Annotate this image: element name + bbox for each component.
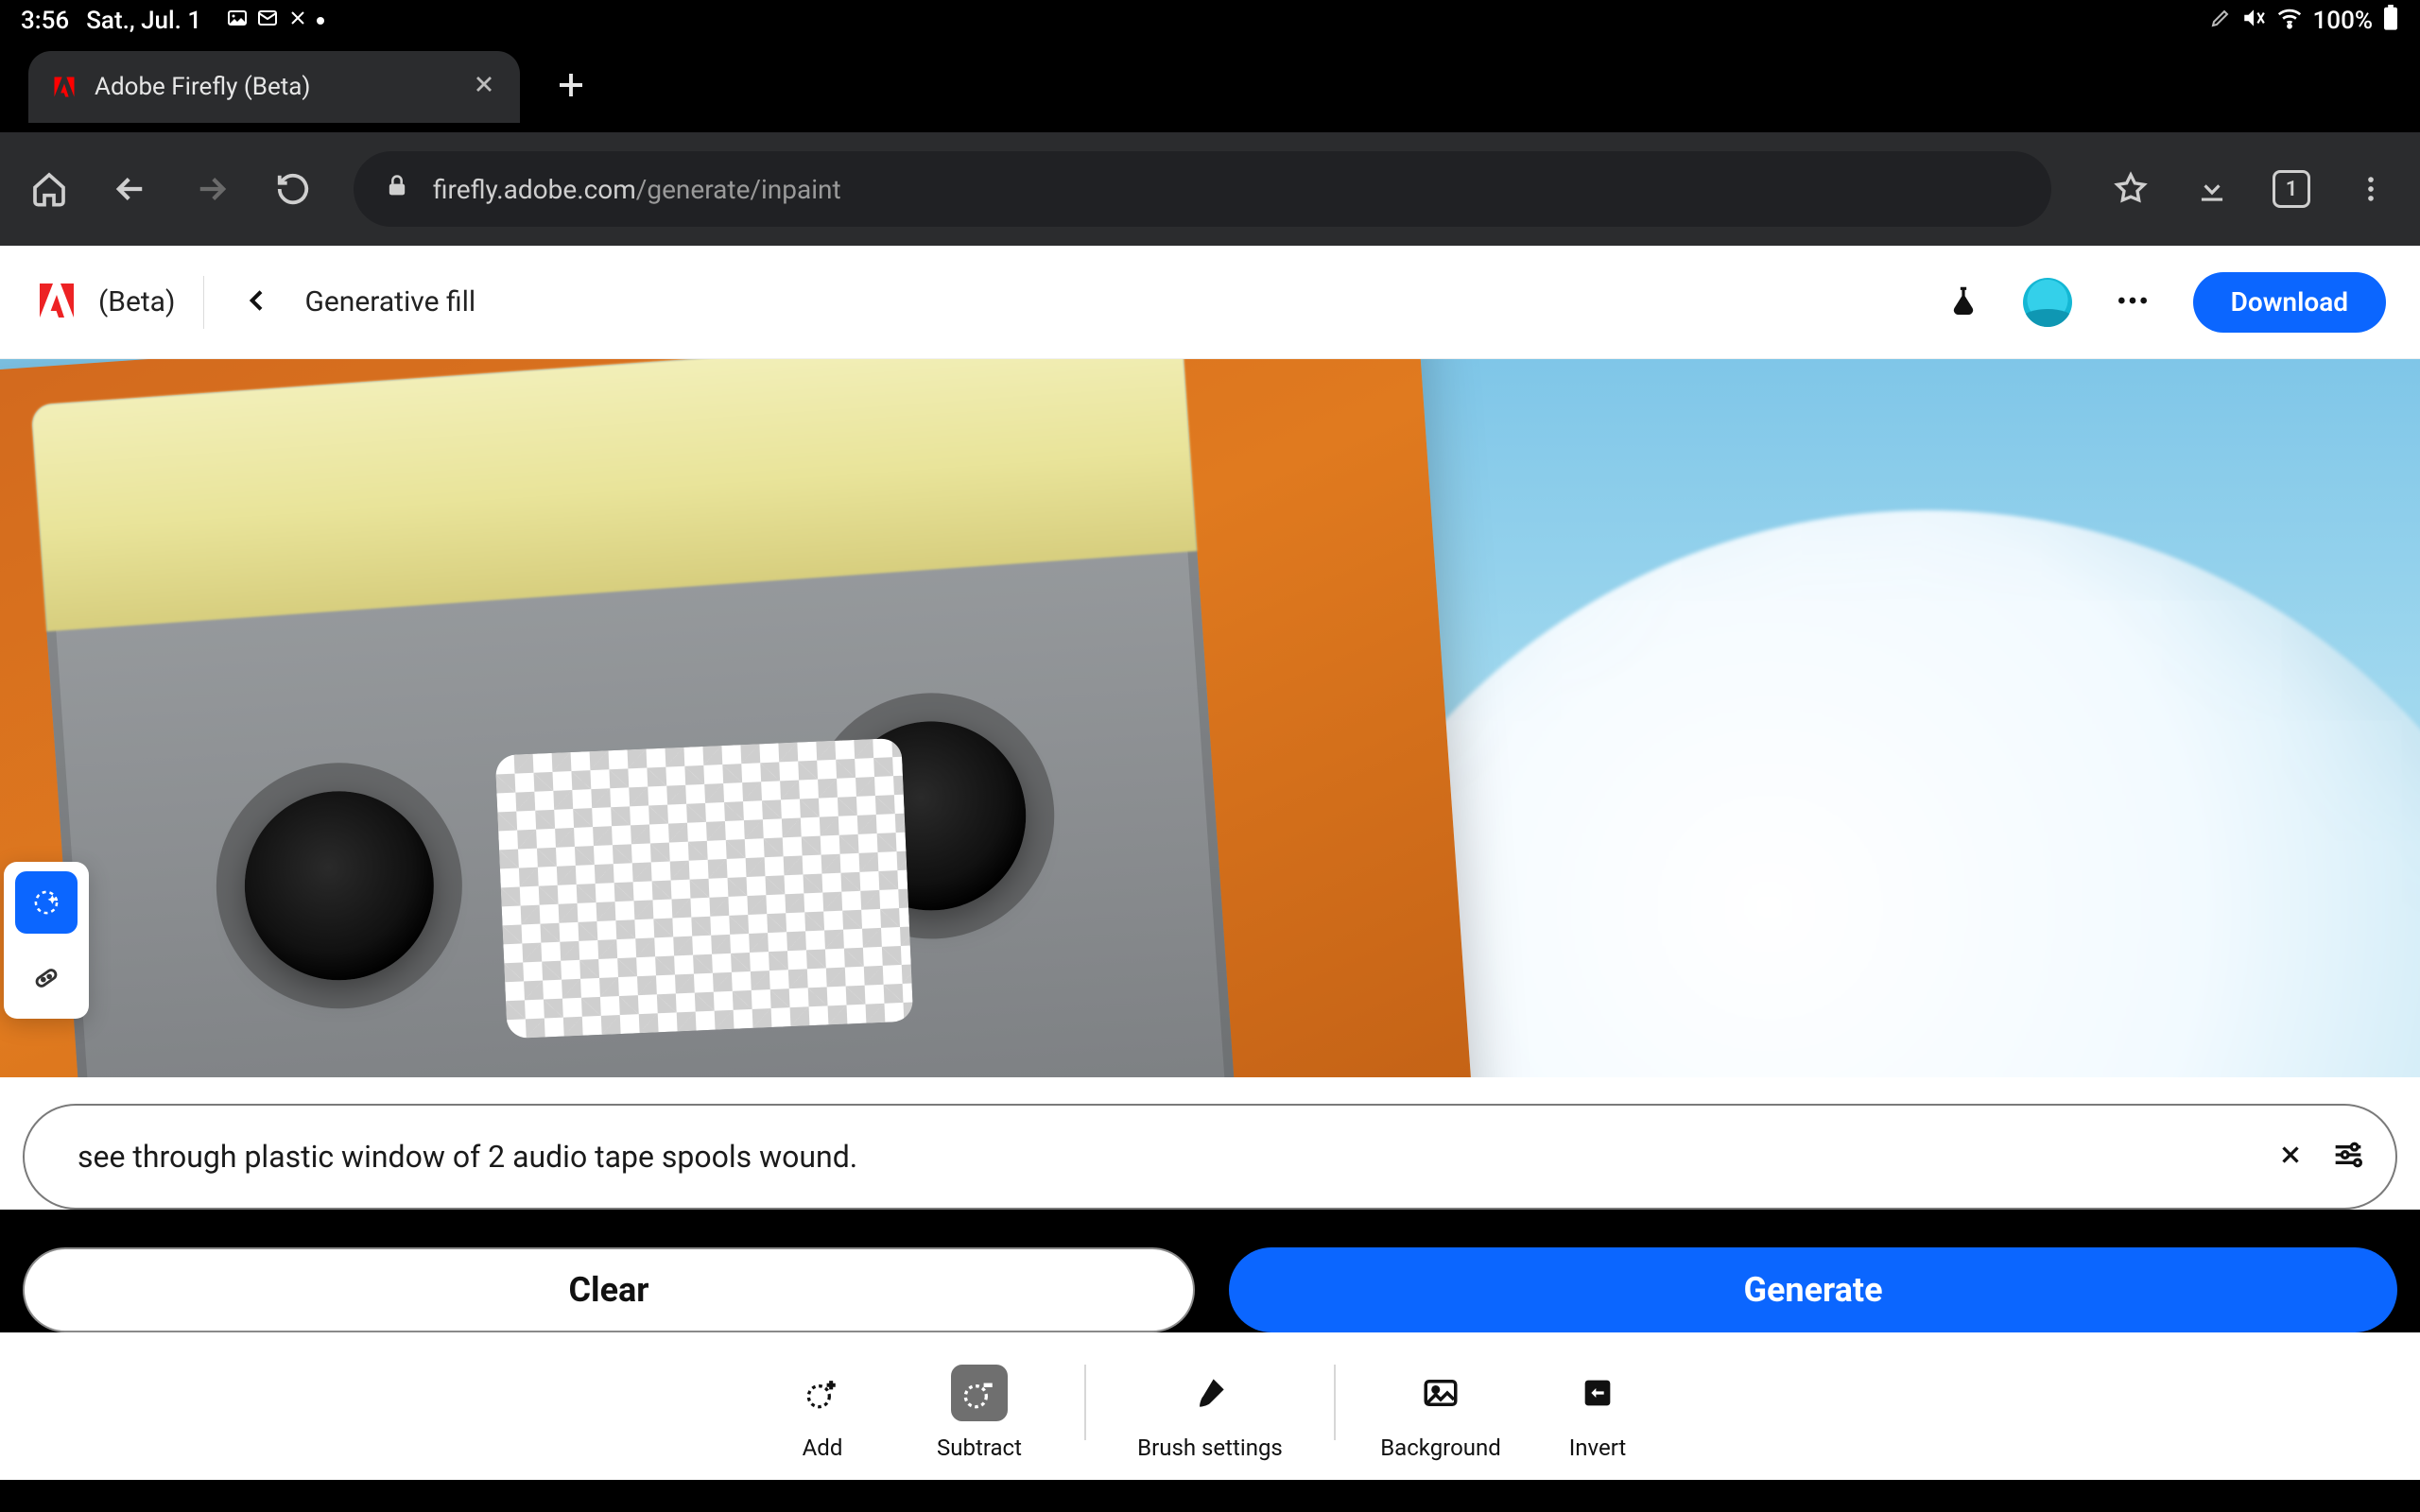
- canvas-area[interactable]: [0, 359, 2420, 1077]
- browser-toolbar: firefly.adobe.com/generate/inpaint 1: [0, 132, 2420, 246]
- clear-input-icon[interactable]: [2276, 1141, 2305, 1173]
- clear-button[interactable]: Clear: [23, 1247, 1195, 1332]
- download-button[interactable]: Download: [2193, 272, 2386, 333]
- flask-icon[interactable]: [1945, 283, 1981, 322]
- status-time: 3:56: [21, 7, 69, 35]
- battery-icon: [2382, 5, 2399, 38]
- chevron-left-icon[interactable]: [233, 276, 282, 329]
- forward-icon[interactable]: [191, 168, 233, 210]
- generate-button[interactable]: Generate: [1229, 1247, 2397, 1332]
- prompt-input[interactable]: [78, 1139, 2252, 1175]
- wifi-icon: [2275, 4, 2304, 39]
- erased-region: [495, 738, 914, 1039]
- home-icon[interactable]: [28, 168, 70, 210]
- android-status-bar: 3:56 Sat., Jul. 1 100%: [0, 0, 2420, 42]
- tab-count[interactable]: 1: [2273, 170, 2310, 208]
- invert-button[interactable]: Invert: [1536, 1365, 1659, 1461]
- picture-icon: [226, 7, 249, 36]
- new-tab-button[interactable]: [554, 68, 588, 106]
- beta-label: (Beta): [93, 285, 175, 318]
- more-icon[interactable]: [2114, 282, 2152, 323]
- app-header: (Beta) Generative fill Download: [0, 246, 2420, 359]
- adobe-logo-icon[interactable]: [34, 278, 79, 327]
- battery-text: 100%: [2313, 7, 2373, 35]
- url-bar[interactable]: firefly.adobe.com/generate/inpaint: [354, 151, 2051, 227]
- add-brush-button[interactable]: Add: [761, 1365, 884, 1461]
- brush-label: Brush settings: [1137, 1435, 1283, 1461]
- back-icon[interactable]: [110, 168, 151, 210]
- bottom-toolbar: Add Subtract Brush settings Background I…: [0, 1332, 2420, 1480]
- tools-icon: [286, 7, 309, 36]
- sliders-icon[interactable]: [2329, 1136, 2367, 1177]
- invert-label: Invert: [1569, 1435, 1627, 1461]
- page-title: Generative fill: [304, 285, 475, 318]
- url-path: /generate/inpaint: [636, 174, 841, 205]
- status-date: Sat., Jul. 1: [86, 7, 201, 35]
- subtract-brush-button[interactable]: Subtract: [918, 1365, 1041, 1461]
- kebab-menu-icon[interactable]: [2350, 168, 2392, 210]
- tab-title: Adobe Firefly (Beta): [95, 73, 454, 101]
- brush-settings-button[interactable]: Brush settings: [1130, 1365, 1290, 1461]
- avatar[interactable]: [2023, 278, 2072, 327]
- prompt-row: [23, 1104, 2397, 1210]
- add-label: Add: [803, 1435, 843, 1461]
- separator: [1084, 1365, 1086, 1440]
- url-host: firefly.adobe.com: [433, 174, 636, 205]
- adobe-favicon-icon: [51, 74, 78, 100]
- reload-icon[interactable]: [272, 168, 314, 210]
- lock-icon: [384, 173, 410, 206]
- heal-tool[interactable]: [15, 947, 78, 1009]
- download-icon[interactable]: [2191, 168, 2233, 210]
- prompt-section: [0, 1077, 2420, 1210]
- close-icon[interactable]: [471, 71, 497, 104]
- status-dot-icon: [317, 17, 324, 25]
- mute-icon: [2241, 6, 2266, 37]
- pencil-icon: [2209, 7, 2232, 36]
- tool-dock: [4, 862, 89, 1019]
- subtract-label: Subtract: [937, 1435, 1022, 1461]
- star-icon[interactable]: [2110, 168, 2152, 210]
- background-button[interactable]: Background: [1379, 1365, 1502, 1461]
- divider: [203, 276, 204, 329]
- gmail-icon: [256, 7, 279, 36]
- background-label: Background: [1380, 1435, 1501, 1461]
- separator: [1334, 1365, 1336, 1440]
- action-row: Clear Generate: [0, 1210, 2420, 1332]
- browser-tab-strip: Adobe Firefly (Beta): [0, 42, 2420, 132]
- browser-tab[interactable]: Adobe Firefly (Beta): [28, 51, 520, 123]
- sparkle-select-tool[interactable]: [15, 871, 78, 934]
